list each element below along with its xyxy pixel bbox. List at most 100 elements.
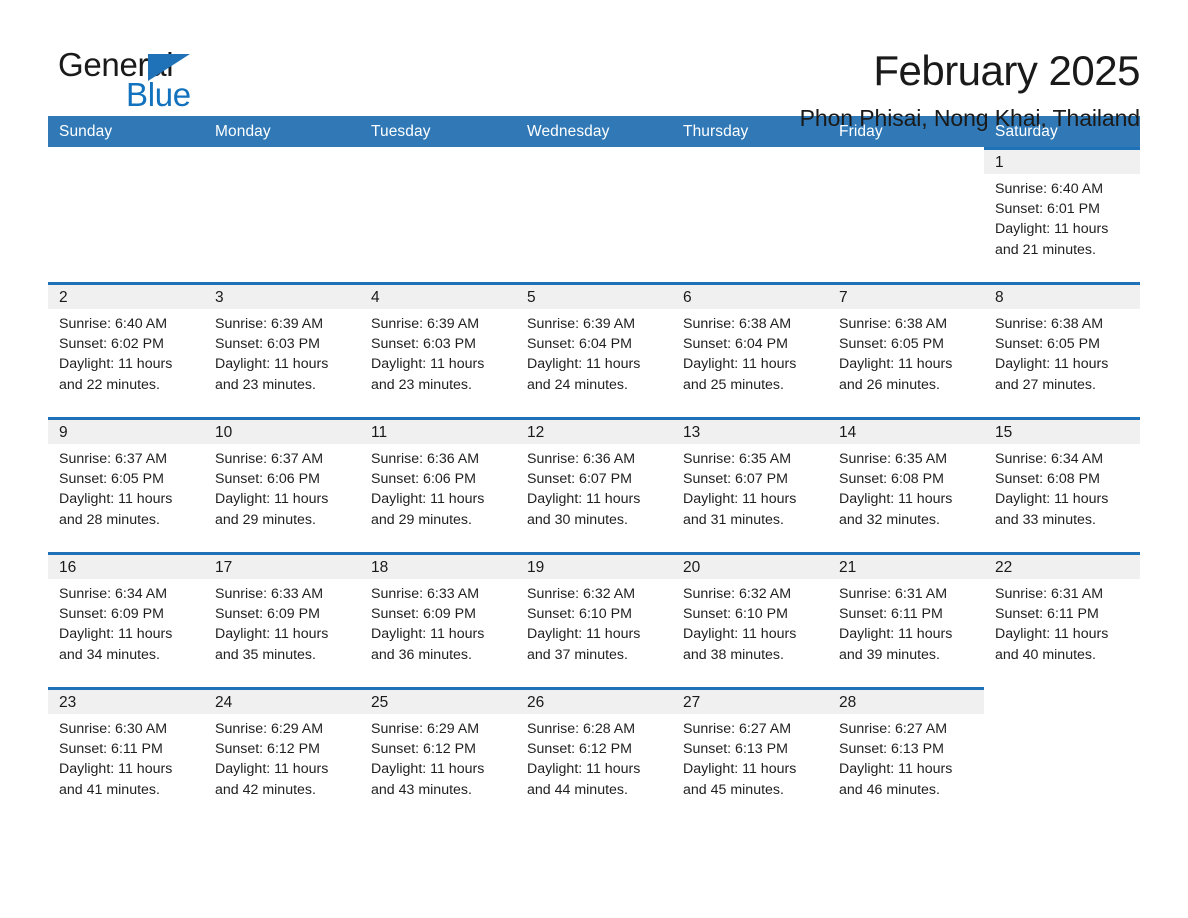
calendar-day-cell[interactable]: 2 Sunrise: 6:40 AM Sunset: 6:02 PM Daylight…	[48, 282, 204, 417]
day-number: 27	[683, 694, 701, 711]
day-number-band: 3	[204, 282, 360, 309]
day-details: Sunrise: 6:29 AM Sunset: 6:12 PM Daylight:…	[204, 714, 360, 800]
daylight-text-line1: Daylight: 11 hours	[527, 626, 641, 643]
day-number-band: 2	[48, 282, 204, 309]
day-number: 22	[995, 559, 1013, 576]
day-details: Sunrise: 6:28 AM Sunset: 6:12 PM Daylight:…	[516, 714, 672, 800]
daylight-text-line2: and 39 minutes.	[839, 646, 940, 663]
daylight-text-line1: Daylight: 11 hours	[995, 626, 1109, 643]
sunrise-text: Sunrise: 6:27 AM	[839, 721, 948, 737]
sunset-text: Sunset: 6:05 PM	[59, 471, 164, 488]
sunrise-text: Sunrise: 6:39 AM	[527, 316, 636, 332]
calendar-day-cell[interactable]: 20 Sunrise: 6:32 AM Sunset: 6:10 PM Dayligh…	[672, 552, 828, 687]
sunset-text: Sunset: 6:07 PM	[683, 471, 788, 488]
day-details: Sunrise: 6:37 AM Sunset: 6:06 PM Daylight:…	[204, 444, 360, 530]
calendar-day-cell[interactable]: 17 Sunrise: 6:33 AM Sunset: 6:09 PM Dayligh…	[204, 552, 360, 687]
sunset-text: Sunset: 6:04 PM	[683, 336, 788, 353]
sunrise-text: Sunrise: 6:38 AM	[683, 316, 792, 332]
sunrise-text: Sunrise: 6:37 AM	[215, 451, 324, 467]
daylight-text-line2: and 44 minutes.	[527, 781, 628, 798]
day-number-band: 16	[48, 552, 204, 579]
day-details: Sunrise: 6:32 AM Sunset: 6:10 PM Daylight:…	[516, 579, 672, 665]
calendar-day-cell[interactable]: 13 Sunrise: 6:35 AM Sunset: 6:07 PM Dayligh…	[672, 417, 828, 552]
calendar-day-cell[interactable]: 3 Sunrise: 6:39 AM Sunset: 6:03 PM Daylight…	[204, 282, 360, 417]
sunset-text: Sunset: 6:06 PM	[215, 471, 320, 488]
sunrise-text: Sunrise: 6:29 AM	[371, 721, 480, 737]
calendar-weeks: 1 Sunrise: 6:40 AM Sunset: 6:01 PM Daylight…	[48, 147, 1140, 822]
daylight-text-line2: and 30 minutes.	[527, 511, 628, 528]
daylight-text-line1: Daylight: 11 hours	[59, 491, 173, 508]
day-number: 1	[995, 154, 1004, 171]
calendar-day-cell[interactable]: 7 Sunrise: 6:38 AM Sunset: 6:05 PM Daylight…	[828, 282, 984, 417]
day-details: Sunrise: 6:32 AM Sunset: 6:10 PM Daylight:…	[672, 579, 828, 665]
daylight-text-line2: and 43 minutes.	[371, 781, 472, 798]
day-number: 3	[215, 289, 224, 306]
day-details: Sunrise: 6:35 AM Sunset: 6:07 PM Daylight:…	[672, 444, 828, 530]
sunset-text: Sunset: 6:13 PM	[839, 741, 944, 758]
calendar-day-cell-empty	[984, 687, 1140, 822]
daylight-text-line2: and 41 minutes.	[59, 781, 160, 798]
calendar-day-cell[interactable]: 6 Sunrise: 6:38 AM Sunset: 6:04 PM Daylight…	[672, 282, 828, 417]
daylight-text-line2: and 42 minutes.	[215, 781, 316, 798]
day-number: 10	[215, 424, 233, 441]
day-details: Sunrise: 6:40 AM Sunset: 6:02 PM Daylight:…	[48, 309, 204, 395]
calendar-day-cell[interactable]: 1 Sunrise: 6:40 AM Sunset: 6:01 PM Daylight…	[984, 147, 1140, 282]
daylight-text-line2: and 29 minutes.	[371, 511, 472, 528]
calendar-day-cell[interactable]: 25 Sunrise: 6:29 AM Sunset: 6:12 PM Dayligh…	[360, 687, 516, 822]
day-number-band: 25	[360, 687, 516, 714]
day-details: Sunrise: 6:39 AM Sunset: 6:04 PM Daylight:…	[516, 309, 672, 395]
sunset-text: Sunset: 6:03 PM	[371, 336, 476, 353]
day-number-band: 7	[828, 282, 984, 309]
calendar-day-cell[interactable]: 24 Sunrise: 6:29 AM Sunset: 6:12 PM Dayligh…	[204, 687, 360, 822]
sunset-text: Sunset: 6:03 PM	[215, 336, 320, 353]
sunrise-text: Sunrise: 6:35 AM	[683, 451, 792, 467]
calendar-week-row: 1 Sunrise: 6:40 AM Sunset: 6:01 PM Daylight…	[48, 147, 1140, 282]
calendar-day-cell[interactable]: 9 Sunrise: 6:37 AM Sunset: 6:05 PM Daylight…	[48, 417, 204, 552]
daylight-text-line2: and 32 minutes.	[839, 511, 940, 528]
general-blue-logo: General Blue	[48, 46, 248, 120]
day-details: Sunrise: 6:33 AM Sunset: 6:09 PM Daylight:…	[204, 579, 360, 665]
daylight-text-line1: Daylight: 11 hours	[371, 626, 485, 643]
day-details: Sunrise: 6:40 AM Sunset: 6:01 PM Daylight:…	[984, 174, 1140, 260]
daylight-text-line1: Daylight: 11 hours	[995, 356, 1109, 373]
calendar-page: General Blue February 2025 Phon Phisai, …	[0, 0, 1188, 918]
day-number-band: 26	[516, 687, 672, 714]
calendar-day-cell[interactable]: 23 Sunrise: 6:30 AM Sunset: 6:11 PM Dayligh…	[48, 687, 204, 822]
daylight-text-line1: Daylight: 11 hours	[839, 356, 953, 373]
sunset-text: Sunset: 6:06 PM	[371, 471, 476, 488]
day-details: Sunrise: 6:38 AM Sunset: 6:05 PM Daylight:…	[828, 309, 984, 395]
calendar-day-cell[interactable]: 11 Sunrise: 6:36 AM Sunset: 6:06 PM Dayligh…	[360, 417, 516, 552]
calendar-day-cell[interactable]: 8 Sunrise: 6:38 AM Sunset: 6:05 PM Daylight…	[984, 282, 1140, 417]
calendar-day-cell[interactable]: 26 Sunrise: 6:28 AM Sunset: 6:12 PM Dayligh…	[516, 687, 672, 822]
calendar-day-cell[interactable]: 22 Sunrise: 6:31 AM Sunset: 6:11 PM Dayligh…	[984, 552, 1140, 687]
daylight-text-line2: and 31 minutes.	[683, 511, 784, 528]
sunset-text: Sunset: 6:13 PM	[683, 741, 788, 758]
calendar-day-cell[interactable]: 10 Sunrise: 6:37 AM Sunset: 6:06 PM Dayligh…	[204, 417, 360, 552]
sunrise-text: Sunrise: 6:37 AM	[59, 451, 168, 467]
daylight-text-line1: Daylight: 11 hours	[215, 761, 329, 778]
sunset-text: Sunset: 6:05 PM	[839, 336, 944, 353]
calendar-day-cell[interactable]: 27 Sunrise: 6:27 AM Sunset: 6:13 PM Dayligh…	[672, 687, 828, 822]
calendar-day-cell[interactable]: 14 Sunrise: 6:35 AM Sunset: 6:08 PM Dayligh…	[828, 417, 984, 552]
calendar-day-cell-empty	[204, 147, 360, 282]
calendar-day-cell[interactable]: 19 Sunrise: 6:32 AM Sunset: 6:10 PM Dayligh…	[516, 552, 672, 687]
calendar-day-cell[interactable]: 18 Sunrise: 6:33 AM Sunset: 6:09 PM Dayligh…	[360, 552, 516, 687]
daylight-text-line1: Daylight: 11 hours	[527, 761, 641, 778]
daylight-text-line1: Daylight: 11 hours	[683, 491, 797, 508]
day-details: Sunrise: 6:36 AM Sunset: 6:07 PM Daylight:…	[516, 444, 672, 530]
calendar-day-cell[interactable]: 5 Sunrise: 6:39 AM Sunset: 6:04 PM Daylight…	[516, 282, 672, 417]
calendar-day-cell[interactable]: 15 Sunrise: 6:34 AM Sunset: 6:08 PM Dayligh…	[984, 417, 1140, 552]
daylight-text-line2: and 34 minutes.	[59, 646, 160, 663]
day-number: 7	[839, 289, 848, 306]
calendar-day-cell[interactable]: 4 Sunrise: 6:39 AM Sunset: 6:03 PM Daylight…	[360, 282, 516, 417]
calendar-day-cell[interactable]: 28 Sunrise: 6:27 AM Sunset: 6:13 PM Dayligh…	[828, 687, 984, 822]
calendar-week-row: 23 Sunrise: 6:30 AM Sunset: 6:11 PM Dayligh…	[48, 687, 1140, 822]
day-number-band: 23	[48, 687, 204, 714]
calendar-day-cell[interactable]: 12 Sunrise: 6:36 AM Sunset: 6:07 PM Dayligh…	[516, 417, 672, 552]
day-number-band	[828, 147, 984, 174]
calendar-day-cell[interactable]: 16 Sunrise: 6:34 AM Sunset: 6:09 PM Dayligh…	[48, 552, 204, 687]
daylight-text-line1: Daylight: 11 hours	[527, 491, 641, 508]
day-number: 18	[371, 559, 389, 576]
calendar-day-cell[interactable]: 21 Sunrise: 6:31 AM Sunset: 6:11 PM Dayligh…	[828, 552, 984, 687]
calendar-day-cell-empty	[48, 147, 204, 282]
